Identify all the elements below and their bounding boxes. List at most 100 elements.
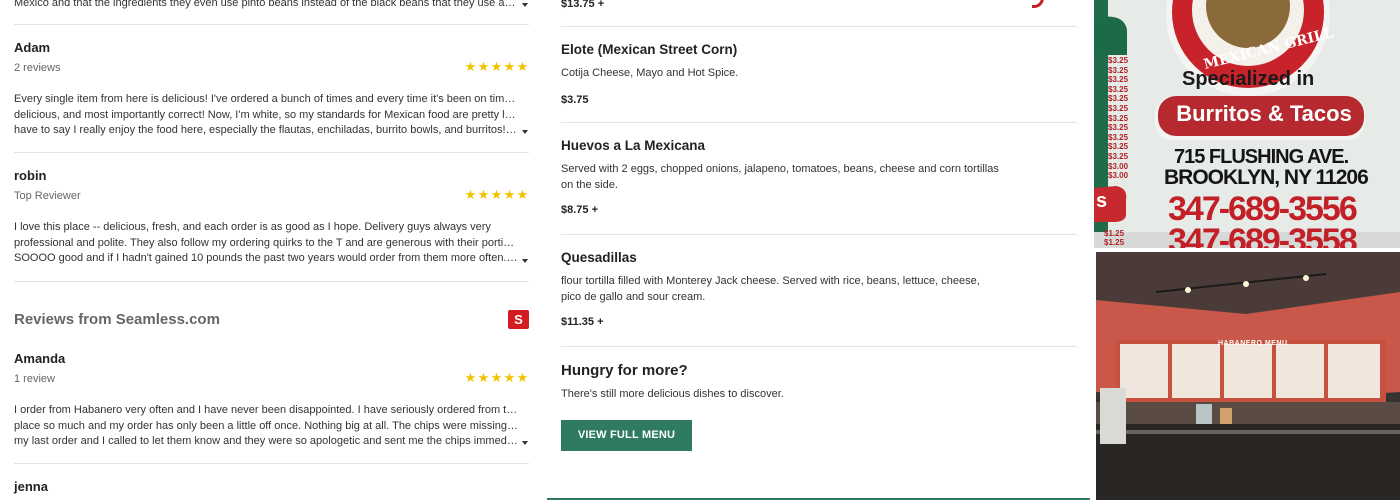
- sign-price: $3.25: [1108, 151, 1129, 161]
- review-text: Every single item from here is delicious…: [14, 92, 519, 139]
- menu-item-price: $3.75: [561, 93, 589, 106]
- review-text-line: Mexico and that the ingredients they eve…: [14, 0, 519, 9]
- review-text-line: delicious, and most importantly correct!…: [14, 108, 519, 121]
- review-card: robin Top Reviewer ★★★★★ I love this pla…: [14, 168, 529, 280]
- reviewer-meta: Top Reviewer: [14, 190, 81, 202]
- review-snippet: Mexico and that the ingredients they eve…: [14, 0, 519, 12]
- star-icon: ★: [490, 370, 503, 385]
- view-full-menu-button[interactable]: VIEW FULL MENU: [561, 420, 692, 451]
- review-text-line: have to say I really enjoy the food here…: [14, 124, 519, 136]
- menu-item-description: Served with 2 eggs, chopped onions, jala…: [561, 163, 999, 191]
- sign-price: $3.25: [1108, 103, 1129, 113]
- expand-caret-icon[interactable]: [522, 130, 528, 134]
- star-icon: ★: [477, 59, 490, 74]
- star-icon: ★: [490, 59, 503, 74]
- menu-item-title: Huevos a La Mexicana: [561, 138, 706, 153]
- reviewer-name: robin: [14, 168, 47, 183]
- star-rating: ★★★★★: [464, 370, 529, 386]
- menu-item-price: $8.75 +: [561, 204, 599, 216]
- review-text-line: I love this place -- delicious, fresh, a…: [14, 221, 491, 233]
- review-text: I love this place -- delicious, fresh, a…: [14, 220, 519, 267]
- sign-address-line: BROOKLYN, NY 11206: [1164, 166, 1369, 189]
- expand-caret-icon[interactable]: [522, 3, 528, 7]
- sign-photo[interactable]: MEXICAN GRILL Specialized in Burritos & …: [1094, 0, 1400, 248]
- menu-item-description: Cotija Cheese, Mayo and Hot Spice.: [561, 67, 739, 79]
- menu-item[interactable]: Elote (Mexican Street Corn) Cotija Chees…: [561, 42, 1076, 106]
- more-dishes-section: Hungry for more? There's still more deli…: [561, 362, 1076, 403]
- expand-caret-icon[interactable]: [522, 259, 528, 263]
- review-text-line: my last order and I called to let them k…: [14, 435, 519, 447]
- more-description: There's still more delicious dishes to d…: [561, 388, 784, 400]
- sign-banner-text: Burritos & Tacos: [1176, 101, 1352, 126]
- sign-phone: 347-689-3558: [1168, 222, 1358, 248]
- photo-gallery: MEXICAN GRILL Specialized in Burritos & …: [1094, 0, 1400, 500]
- divider: [561, 346, 1077, 347]
- sign-price: $3.25: [1108, 142, 1129, 152]
- star-rating: ★★★★★: [464, 59, 529, 75]
- seamless-logo-icon: S: [508, 310, 529, 329]
- star-icon: ★: [503, 187, 516, 202]
- divider: [14, 152, 529, 153]
- expand-caret-icon[interactable]: [522, 441, 528, 445]
- page: Mexico and that the ingredients they eve…: [0, 0, 1400, 500]
- star-icon: ★: [503, 59, 516, 74]
- review-text: I order from Habanero very often and I h…: [14, 403, 519, 450]
- divider: [14, 24, 529, 25]
- star-icon: ★: [477, 187, 490, 202]
- divider: [14, 463, 529, 464]
- reviews-panel: Mexico and that the ingredients they eve…: [0, 0, 545, 500]
- divider: [561, 122, 1077, 123]
- star-icon: ★: [490, 187, 503, 202]
- review-text-line: SOOOO good and if I hadn't gained 10 pou…: [14, 252, 519, 264]
- sign-price: $3.25: [1108, 132, 1129, 142]
- sign-price: $1.25: [1104, 238, 1125, 247]
- star-icon: ★: [464, 59, 477, 74]
- menu-item[interactable]: Huevos a La Mexicana Served with 2 eggs,…: [561, 138, 1076, 216]
- review-text-line: Every single item from here is delicious…: [14, 93, 519, 105]
- sign-price: $3.25: [1108, 113, 1129, 123]
- divider: [14, 281, 529, 282]
- sign-price: $3.25: [1108, 65, 1129, 75]
- review-card: jenna ★★★★★: [14, 479, 529, 500]
- section-title-seamless: Reviews from Seamless.com: [14, 311, 220, 328]
- star-icon: ★: [464, 187, 477, 202]
- sign-price: $3.00: [1108, 161, 1129, 171]
- review-card: Amanda 1 review ★★★★★ I order from Haban…: [14, 351, 529, 463]
- sign-price: $3.25: [1108, 56, 1129, 65]
- reviewer-meta: 2 reviews: [14, 62, 61, 74]
- menu-panel: $13.75 + Elote (Mexican Street Corn) Cot…: [547, 0, 1092, 500]
- review-text-line: professional and polite. They also follo…: [14, 236, 519, 249]
- sign-price-list: $3.25 $3.25 $3.25 $3.25 $3.25 $3.25 $3.25 $3.25…: [1108, 56, 1128, 181]
- divider: [561, 26, 1077, 27]
- divider: [561, 234, 1077, 235]
- menu-item-title: Quesadillas: [561, 250, 637, 265]
- sign-price-list: $1.25 $1.25: [1104, 229, 1124, 247]
- sign-price: $3.25: [1108, 94, 1129, 104]
- sign-price: $3.25: [1108, 84, 1129, 94]
- star-icon: ★: [516, 187, 529, 202]
- more-title: Hungry for more?: [561, 362, 688, 379]
- menu-item-price: $11.35 +: [561, 316, 604, 328]
- decorative-curve-icon: [1032, 0, 1044, 8]
- star-icon: ★: [477, 370, 490, 385]
- menu-item-description: flour tortilla filled with Monterey Jack…: [561, 275, 980, 303]
- sign-price: $3.00: [1108, 171, 1129, 181]
- menu-item-title: Elote (Mexican Street Corn): [561, 42, 738, 57]
- store-photo-image: [1096, 252, 1400, 500]
- review-card: Adam 2 reviews ★★★★★ Every single item f…: [14, 40, 529, 152]
- star-icon: ★: [464, 370, 477, 385]
- sign-price: $1.25: [1104, 229, 1125, 238]
- review-text-line: I order from Habanero very often and I h…: [14, 404, 519, 416]
- sign-price: $3.25: [1108, 123, 1129, 133]
- sign-tagline: Specialized in: [1182, 68, 1315, 90]
- review-text-line: place so much and my order has only been…: [14, 419, 519, 432]
- reviewer-name: Amanda: [14, 351, 66, 366]
- reviewer-name: jenna: [14, 479, 48, 494]
- menu-item[interactable]: Quesadillas flour tortilla filled with M…: [561, 250, 1076, 328]
- reviewer-meta: 1 review: [14, 373, 55, 385]
- star-rating: ★★★★★: [464, 187, 529, 203]
- sign-side-letter: s: [1096, 190, 1108, 212]
- store-photo[interactable]: HABANERO MENU: [1096, 252, 1400, 500]
- star-icon: ★: [516, 59, 529, 74]
- menu-board-title: HABANERO MENU: [1218, 340, 1288, 347]
